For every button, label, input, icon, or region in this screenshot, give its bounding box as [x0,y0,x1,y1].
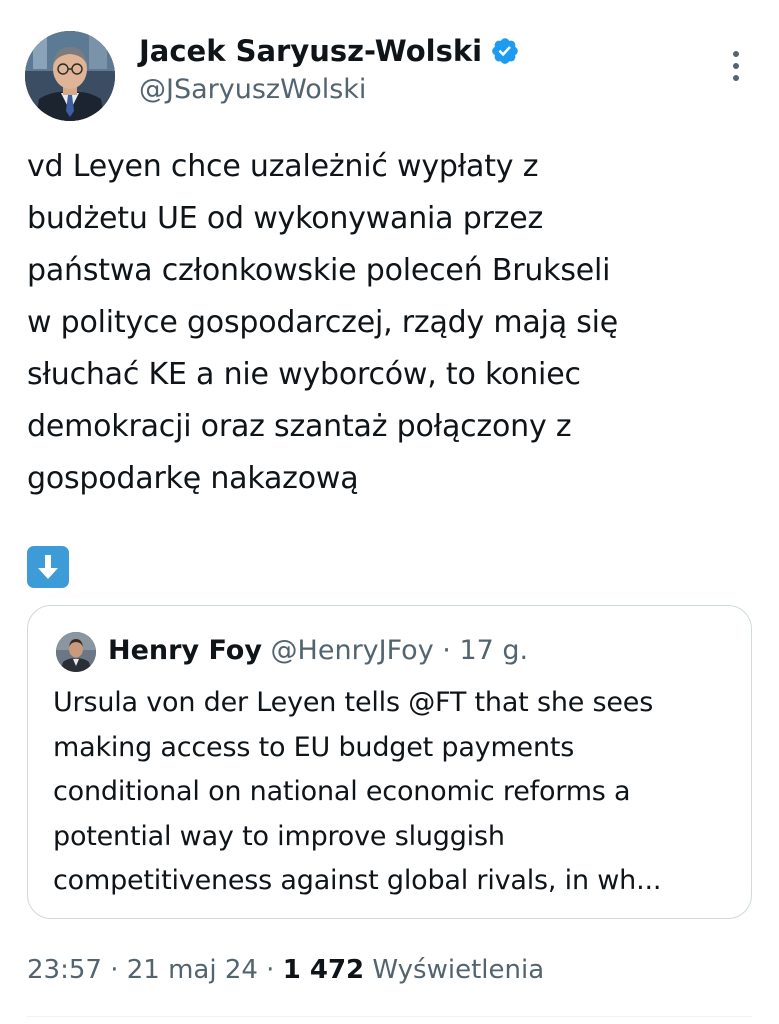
tweet-meta: 23:57 · 21 maj 24 · 1 472 Wyświetlenia [27,950,544,990]
quote-text: Ursula von der Leyen tells @FT that she … [53,687,662,896]
quote-timestamp[interactable]: 17 g. [459,635,528,666]
tweet-date[interactable]: 21 maj 24 [127,955,258,985]
views-label: Wyświetlenia [372,955,545,985]
down-arrow-emoji-icon [27,546,69,588]
author-handle[interactable]: @JSaryuszWolski [139,72,366,108]
views-count: 1 472 [282,955,365,985]
tweet: Jacek Saryusz-Wolski @JSaryuszWolski vd … [0,0,779,1024]
author-name[interactable]: Jacek Saryusz-Wolski [139,34,482,68]
meta-separator: · [101,955,127,985]
quote-author-avatar[interactable] [56,632,96,672]
divider [27,1016,752,1017]
meta-separator-2: · [257,955,283,985]
verified-badge-icon [492,38,518,64]
author-name-row[interactable]: Jacek Saryusz-Wolski [139,33,520,69]
tweet-text: vd Leyen chce uzależnić wypłaty z budżet… [27,149,619,496]
quoted-tweet-card[interactable]: Henry Foy @HenryJFoy · 17 g. Ursula von … [27,605,752,919]
quote-author-handle[interactable]: @HenryJFoy [271,635,434,666]
more-vertical-icon [733,51,739,81]
more-options-button[interactable] [716,44,756,88]
author-avatar[interactable] [25,31,115,121]
quote-header: Henry Foy @HenryJFoy · 17 g. [108,631,528,671]
quote-separator: · [433,635,460,666]
tweet-time[interactable]: 23:57 [27,955,102,985]
quote-author-name[interactable]: Henry Foy [108,635,262,666]
